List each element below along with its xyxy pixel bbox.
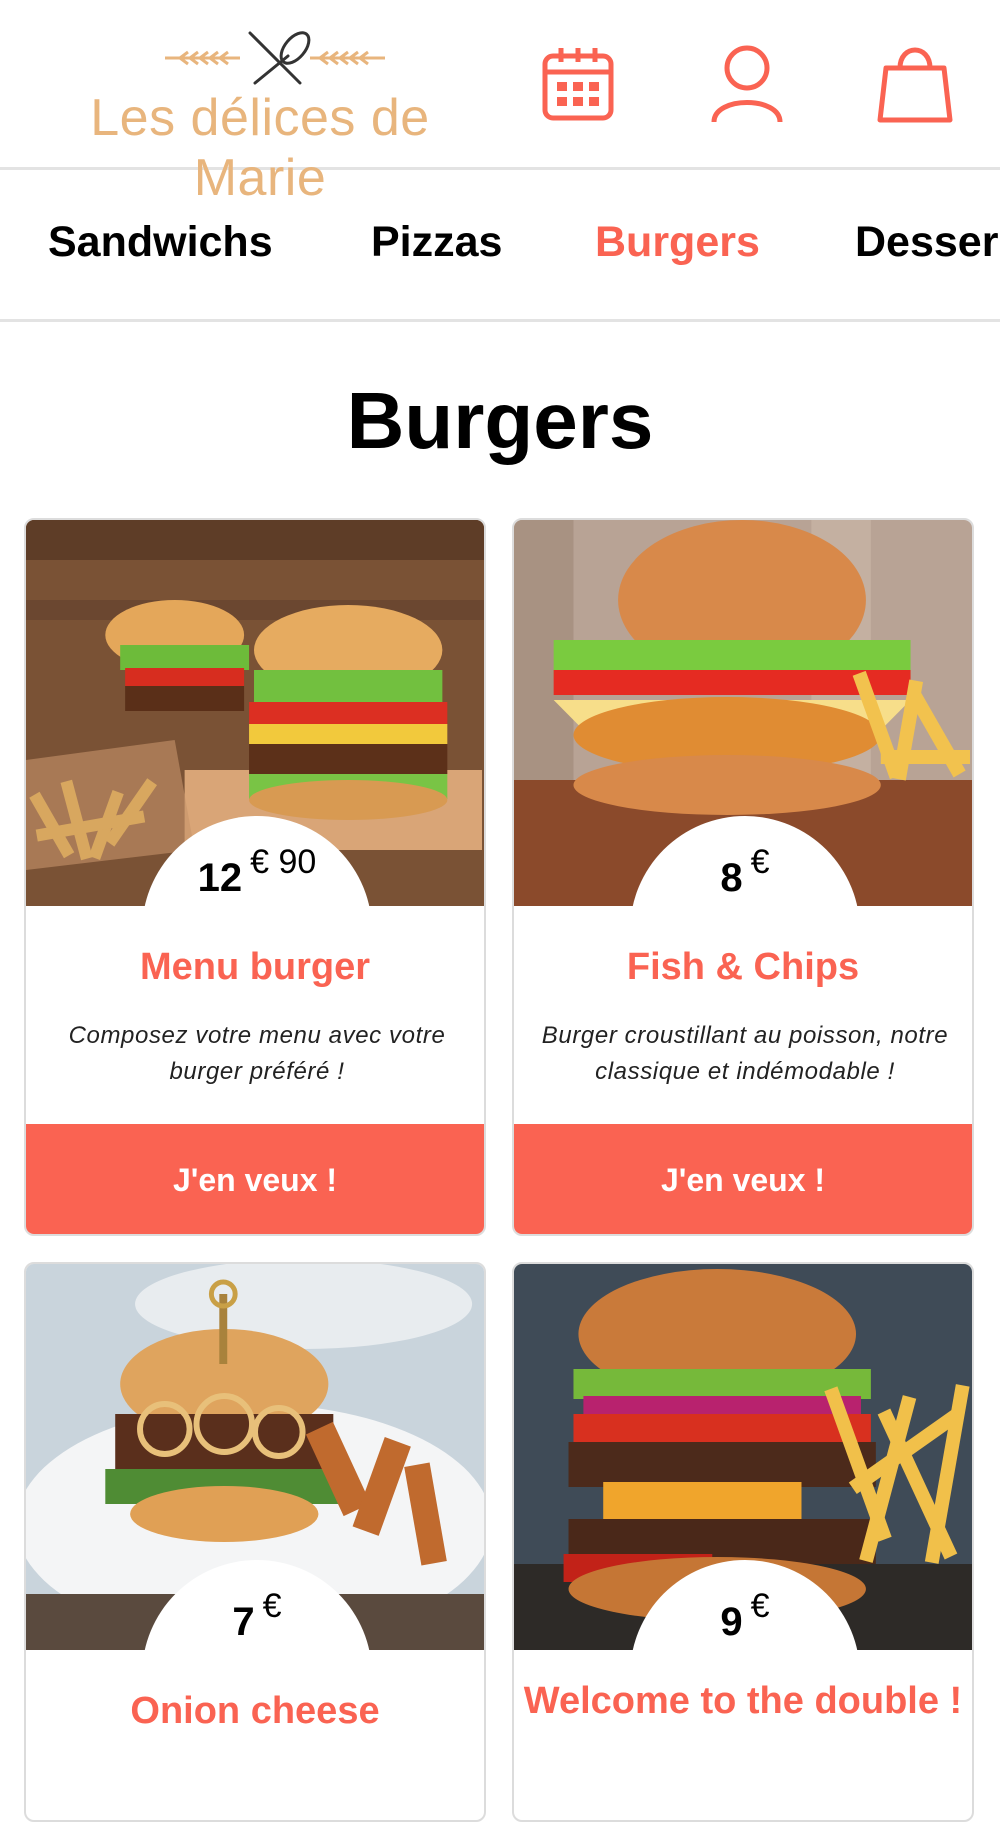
rolling-pin-whisk-icon — [165, 31, 385, 85]
price-badge: 9 € — [630, 1560, 860, 1790]
order-button[interactable]: J'en veux ! — [26, 1124, 484, 1234]
brand-logo[interactable]: Les délices de Marie — [30, 28, 490, 207]
price-cents: € — [750, 843, 770, 881]
page-title: Burgers — [346, 376, 654, 465]
site-header: Les délices de Marie — [0, 0, 1000, 207]
tab-sandwichs[interactable]: Sandwichs — [48, 218, 273, 267]
product-name: Welcome to the double ! — [523, 1680, 963, 1722]
product-card-fish-chips: 8 € Fish & Chips Burger croustillant au p… — [512, 518, 974, 1236]
price-integer: 12 — [197, 856, 243, 900]
shopping-bag-icon[interactable] — [870, 40, 960, 130]
price-badge: 7 € — [142, 1560, 372, 1790]
price-integer: 8 — [720, 856, 743, 900]
product-name: Fish & Chips — [626, 946, 860, 988]
product-description: Burger croustillant au poisson, notre cl… — [541, 1022, 949, 1085]
price-cents: € — [750, 1587, 770, 1625]
price-integer: 7 — [232, 1600, 255, 1644]
tab-pizzas[interactable]: Pizzas — [371, 218, 502, 267]
price-cents: € 90 — [250, 843, 317, 881]
tab-burgers[interactable]: Burgers — [595, 218, 760, 267]
order-button[interactable]: J'en veux ! — [514, 1124, 972, 1234]
product-card-welcome-double: 9 € Welcome to the double ! — [512, 1262, 974, 1822]
price-badge: 12 € 90 — [142, 816, 372, 1046]
product-name: Menu burger — [139, 946, 371, 988]
product-card-menu-burger: 12 € 90 Menu burger Composez votre menu a… — [24, 518, 486, 1236]
category-tabs: Sandwichs Pizzas Burgers Desser — [0, 170, 1000, 322]
product-name: Onion cheese — [130, 1690, 380, 1732]
product-card-onion-cheese: 7 € Onion cheese — [24, 1262, 486, 1822]
price-badge: 8 € — [630, 816, 860, 1046]
user-icon[interactable] — [702, 40, 792, 130]
price-cents: € — [262, 1587, 282, 1625]
tab-desserts[interactable]: Desser — [855, 218, 998, 267]
product-description: Composez votre menu avec votre burger pr… — [68, 1022, 446, 1085]
calendar-icon[interactable] — [535, 40, 625, 130]
price-integer: 9 — [720, 1600, 743, 1644]
